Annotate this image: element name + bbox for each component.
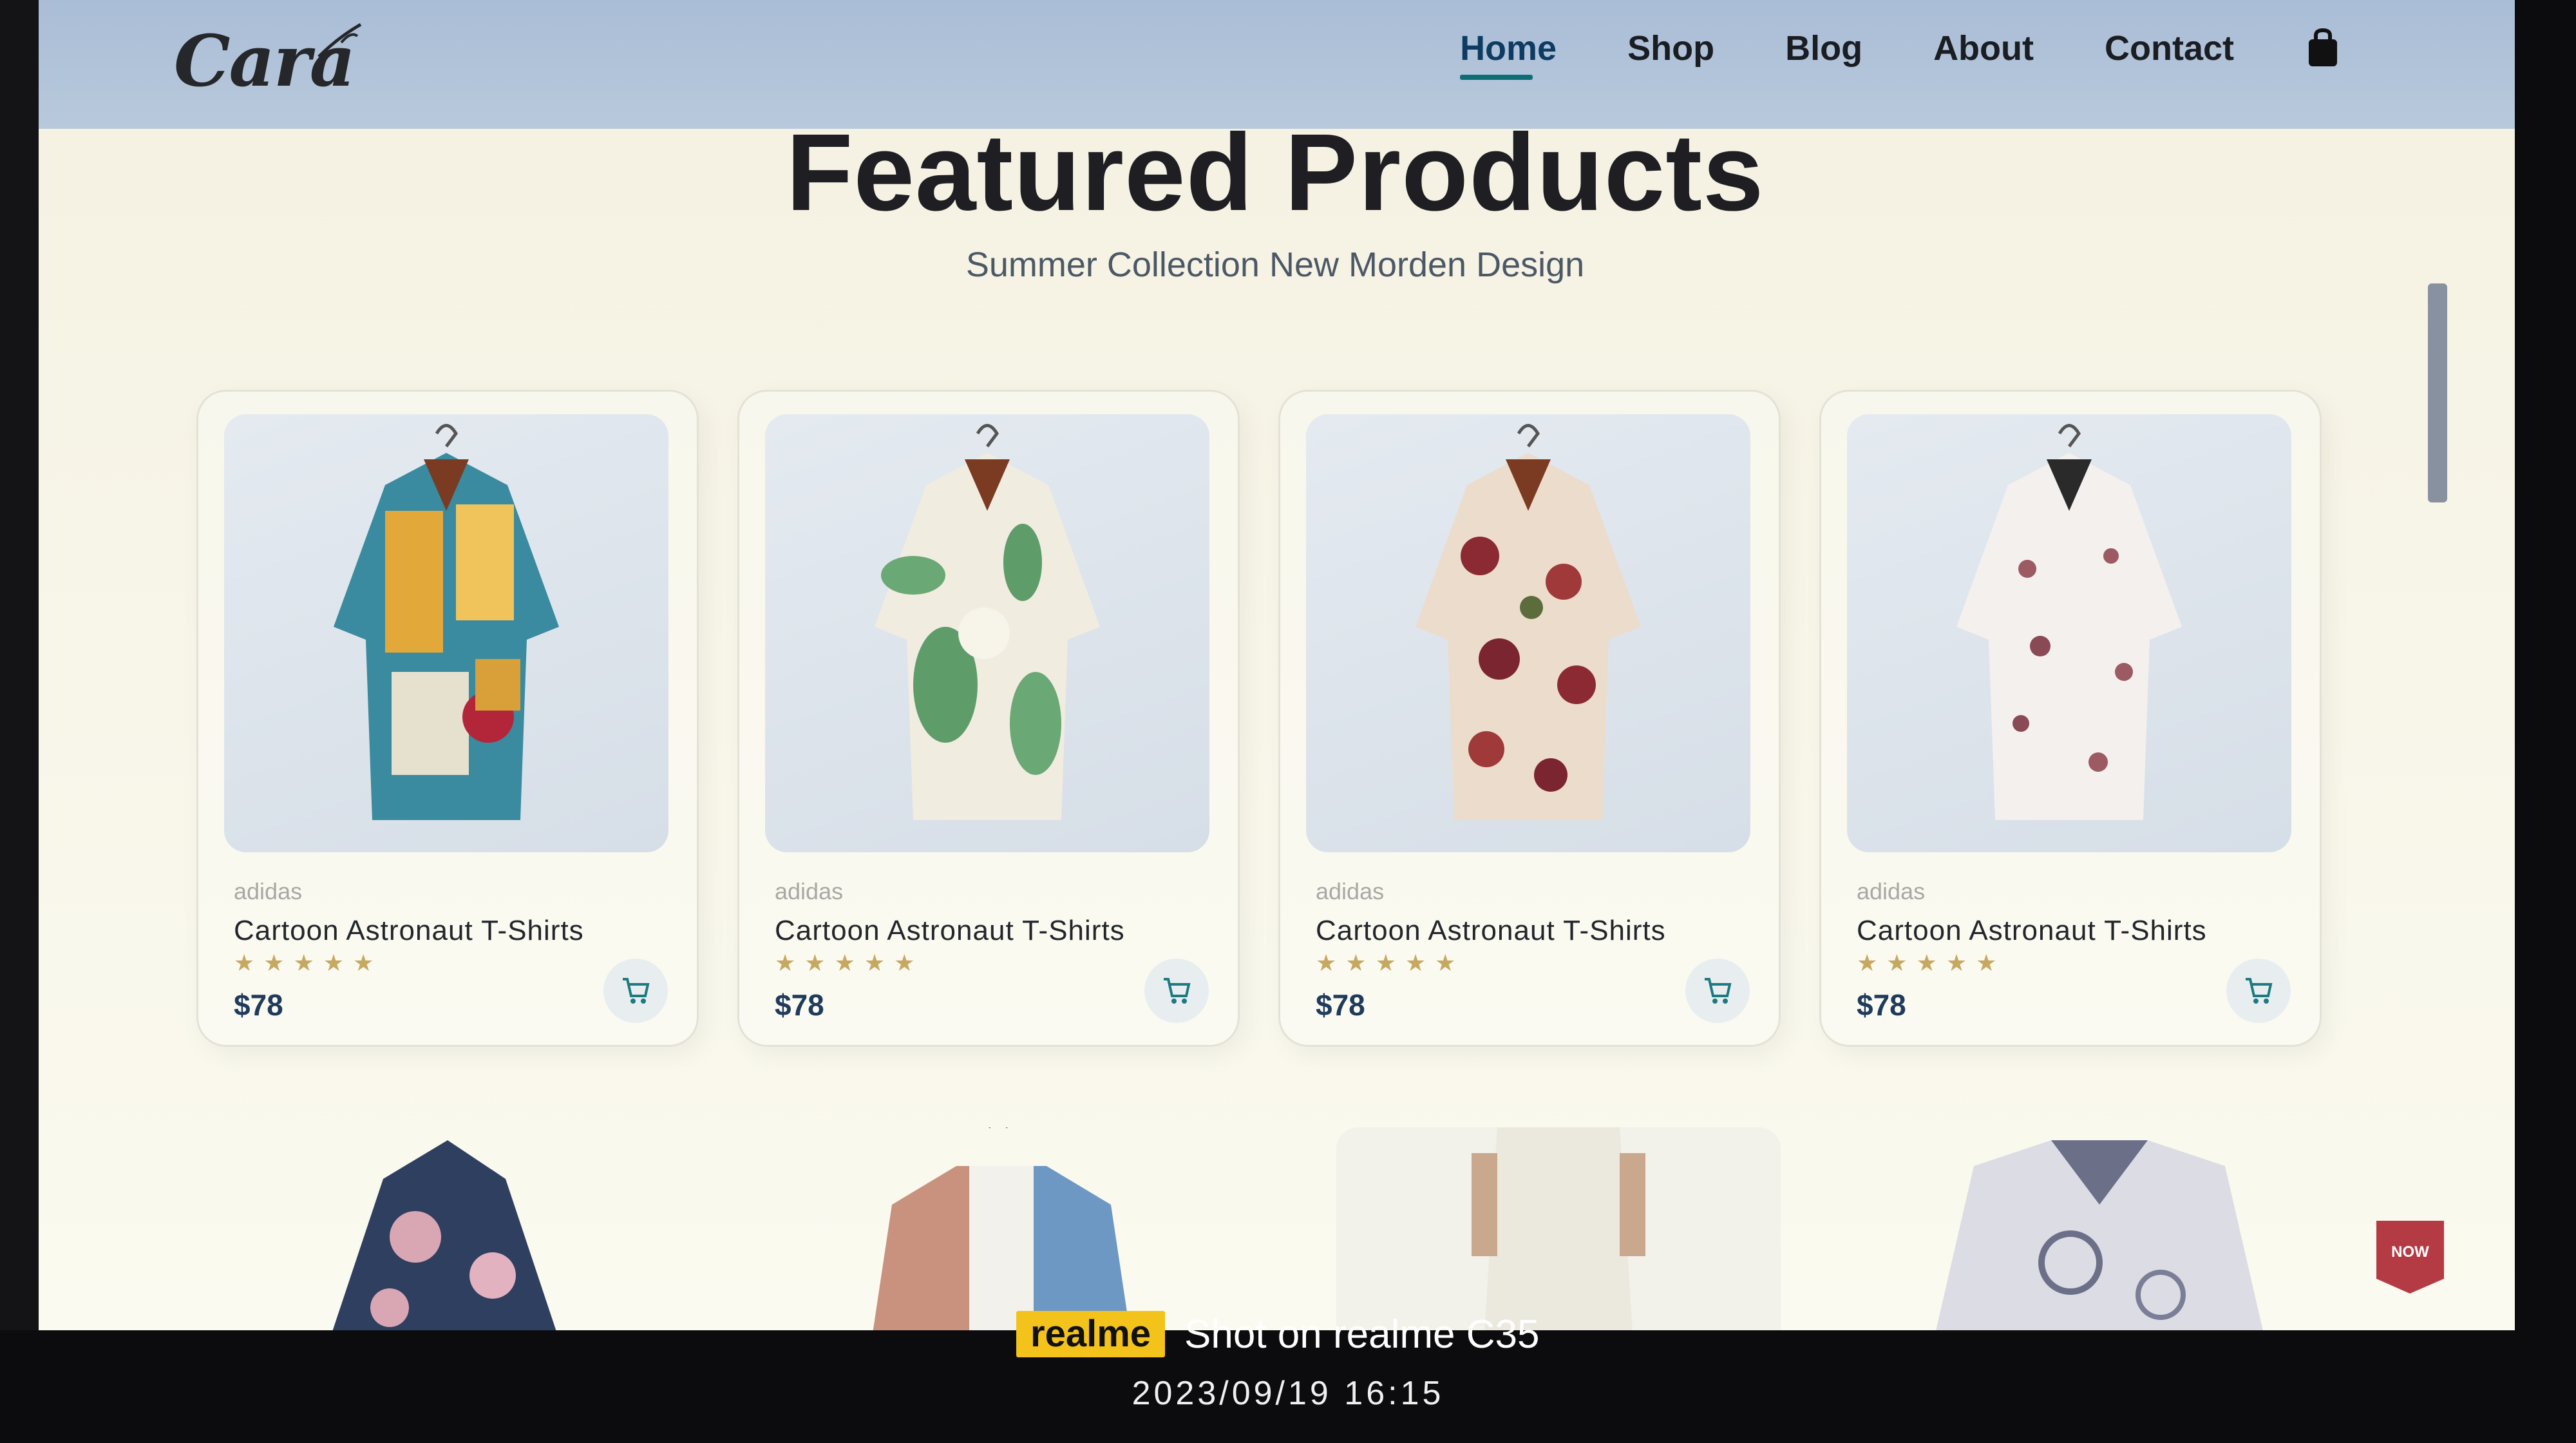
product-brand: adidas: [1857, 878, 1926, 904]
star-icon: ★: [293, 950, 314, 977]
product-grid: adidas Cartoon Astronaut T-Shirts ★ ★ ★ …: [196, 390, 2386, 1053]
product-grid-row-2: [196, 1127, 2386, 1330]
nav-blog[interactable]: Blog: [1785, 28, 1862, 68]
product-image: [765, 414, 1209, 852]
star-icon: ★: [834, 950, 855, 977]
product-price: $78: [775, 988, 824, 1022]
product-card[interactable]: adidas Cartoon Astronaut T-Shirts ★ ★ ★ …: [196, 390, 699, 1047]
star-icon: ★: [894, 950, 915, 977]
rating-stars: ★ ★ ★ ★ ★: [234, 952, 374, 975]
rating-stars: ★ ★ ★ ★ ★: [775, 952, 914, 975]
product-name[interactable]: Cartoon Astronaut T-Shirts: [234, 915, 584, 947]
star-icon: ★: [323, 950, 345, 977]
star-icon: ★: [1345, 950, 1367, 977]
product-image: [1847, 414, 2291, 852]
product-name[interactable]: Cartoon Astronaut T-Shirts: [775, 915, 1125, 947]
star-icon: ★: [1976, 950, 1997, 977]
star-icon: ★: [1916, 950, 1937, 977]
add-to-cart-button[interactable]: [1685, 959, 1750, 1023]
star-icon: ★: [804, 950, 826, 977]
rating-stars: ★ ★ ★ ★ ★: [1857, 952, 1996, 975]
nav-about[interactable]: About: [1933, 28, 2034, 68]
product-price: $78: [234, 988, 283, 1022]
cart-icon: [1164, 978, 1191, 1004]
star-icon: ★: [1435, 950, 1456, 977]
product-price: $78: [1316, 988, 1365, 1022]
star-icon: ★: [1946, 950, 1967, 977]
add-to-cart-button[interactable]: [2226, 959, 2291, 1023]
star-icon: ★: [775, 950, 796, 977]
shirt-image: [332, 1140, 556, 1330]
shirt-image: [1956, 424, 2182, 820]
rating-stars: ★ ★ ★ ★ ★: [1316, 952, 1455, 975]
product-brand: adidas: [234, 878, 303, 904]
product-name[interactable]: Cartoon Astronaut T-Shirts: [1857, 915, 2207, 947]
watermark-brand: realme: [1016, 1311, 1166, 1357]
nav-contact[interactable]: Contact: [2105, 28, 2234, 68]
add-to-cart-button[interactable]: [1144, 959, 1209, 1023]
star-icon: ★: [1316, 950, 1337, 977]
watermark-datetime: 2023/09/19 16:15: [1132, 1375, 1444, 1412]
shirt-image: [875, 424, 1100, 820]
product-brand: adidas: [775, 878, 844, 904]
shopping-bag-icon[interactable]: [2305, 28, 2341, 69]
product-image[interactable]: [1336, 1127, 1781, 1330]
nav-shop[interactable]: Shop: [1627, 28, 1714, 68]
star-icon: ★: [1405, 950, 1426, 977]
product-name[interactable]: Cartoon Astronaut T-Shirts: [1316, 915, 1666, 947]
star-icon: ★: [864, 950, 886, 977]
main-nav: Home Shop Blog About Contact: [1460, 13, 2341, 84]
product-price: $78: [1857, 988, 1906, 1022]
star-icon: ★: [353, 950, 374, 977]
product-image: [1306, 414, 1750, 852]
product-card[interactable]: adidas Cartoon Astronaut T-Shirts ★ ★ ★ …: [737, 390, 1240, 1047]
product-brand: adidas: [1316, 878, 1385, 904]
section-subtitle: Summer Collection New Morden Design: [965, 245, 1585, 284]
product-image: [224, 414, 668, 852]
leaf-logo-icon: [317, 23, 362, 58]
shirt-image: [873, 1127, 1130, 1330]
section-title: Featured Products: [786, 111, 1765, 234]
product-card[interactable]: adidas Cartoon Astronaut T-Shirts ★ ★ ★ …: [1278, 390, 1781, 1047]
page-scrollbar-thumb[interactable]: [2428, 283, 2447, 502]
product-card[interactable]: adidas Cartoon Astronaut T-Shirts ★ ★ ★ …: [1819, 390, 2322, 1047]
cart-icon: [1705, 978, 1732, 1004]
shop-now-badge[interactable]: NOW: [2373, 1218, 2447, 1295]
monitor-bezel-left: [0, 0, 39, 1330]
shirt-image: [334, 424, 559, 820]
product-image[interactable]: [795, 1127, 1240, 1330]
pants-image: [1336, 1127, 1781, 1330]
watermark-shot: Shot on realme C35: [1184, 1312, 1540, 1357]
star-icon: ★: [263, 950, 285, 977]
blouse-image: [1936, 1140, 2263, 1330]
product-image[interactable]: [254, 1127, 699, 1330]
browser-viewport: Cara Home Shop Blog About Contact Featur…: [35, 0, 2515, 1330]
star-icon: ★: [1857, 950, 1878, 977]
cart-icon: [2246, 978, 2273, 1004]
star-icon: ★: [234, 950, 255, 977]
star-icon: ★: [1886, 950, 1908, 977]
shirt-image: [1416, 424, 1641, 820]
star-icon: ★: [1375, 950, 1396, 977]
badge-label: NOW: [2391, 1243, 2429, 1261]
product-image[interactable]: [1877, 1127, 2322, 1330]
nav-home[interactable]: Home: [1460, 28, 1557, 80]
add-to-cart-button[interactable]: [603, 959, 668, 1023]
cart-icon: [623, 978, 650, 1004]
